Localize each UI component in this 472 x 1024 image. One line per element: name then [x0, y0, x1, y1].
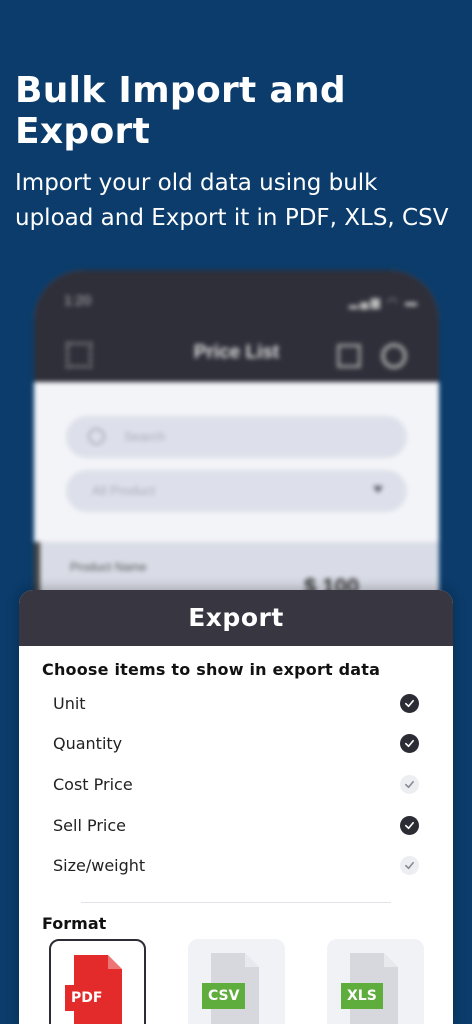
divider [81, 901, 391, 903]
format-label: CSV [202, 982, 246, 1009]
checkbox-icon[interactable] [400, 815, 419, 835]
option-label: Quantity [53, 734, 123, 754]
option-label: Unit [53, 693, 86, 713]
phone-app-bar: 1:20 ▂▄▆ ◠ ▬ Price List [34, 270, 439, 382]
option-label: Sell Price [53, 815, 127, 835]
phone-search-placeholder: Search [124, 429, 166, 444]
export-sheet-title: Export [19, 590, 453, 646]
option-size-weight[interactable]: Size/weight [19, 845, 453, 886]
search-icon [88, 428, 105, 445]
option-cost-price[interactable]: Cost Price [19, 764, 453, 805]
checkbox-icon[interactable] [400, 774, 419, 794]
export-sheet: Export Choose items to show in export da… [19, 590, 453, 1024]
hero-title: Bulk Import and Export [15, 70, 346, 152]
checkbox-icon[interactable] [400, 693, 419, 713]
format-heading: Format [42, 913, 107, 933]
checkbox-icon[interactable] [400, 856, 419, 876]
hero-subtitle: Import your old data using bulk upload a… [15, 166, 460, 236]
chevron-down-icon [373, 486, 383, 493]
phone-search-input: Search [66, 416, 407, 458]
export-options-list: Unit Quantity Cost Price Sell Price Size… [19, 683, 453, 886]
format-label: PDF [65, 984, 109, 1011]
scan-icon [337, 344, 361, 368]
option-label: Size/weight [53, 856, 146, 876]
gear-icon [381, 343, 407, 369]
option-unit[interactable]: Unit [19, 683, 453, 724]
phone-title: Price List [193, 342, 280, 363]
hero: Bulk Import and Export Import your old d… [15, 70, 460, 236]
hero-subtitle-line1: Import your old data using bulk [15, 170, 378, 196]
checkbox-icon[interactable] [400, 734, 419, 754]
phone-status-icons: ▂▄▆ ◠ ▬ [348, 295, 419, 309]
format-options: PDF CSV XLS [19, 938, 453, 1024]
phone-time: 1:20 [64, 292, 92, 308]
option-label: Cost Price [53, 774, 133, 794]
format-csv-button[interactable]: CSV [188, 938, 285, 1024]
phone-filter-value: All Product [92, 483, 155, 498]
format-pdf-button[interactable]: PDF [49, 938, 146, 1024]
option-sell-price[interactable]: Sell Price [19, 805, 453, 846]
export-items-heading: Choose items to show in export data [42, 660, 381, 679]
format-label: XLS [341, 982, 383, 1009]
phone-row-name: Product Name [70, 560, 147, 574]
phone-filter-select: All Product [66, 470, 407, 512]
format-xls-button[interactable]: XLS [327, 938, 424, 1024]
option-quantity[interactable]: Quantity [19, 724, 453, 765]
hero-subtitle-line2: upload and Export it in PDF, XLS, CSV [15, 205, 449, 231]
